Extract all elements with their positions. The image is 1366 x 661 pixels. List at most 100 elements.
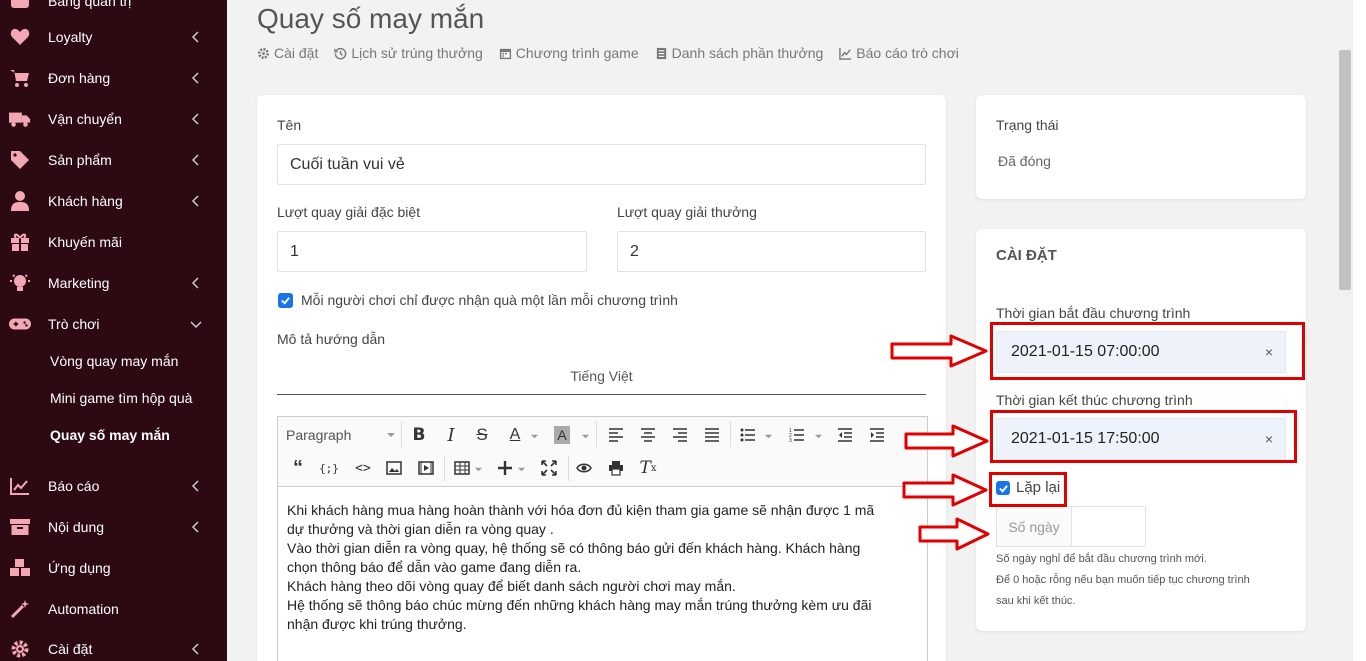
fullscreen-icon[interactable] — [539, 458, 559, 478]
editor-line: Vào thời gian diễn ra vòng quay, hệ thốn… — [287, 540, 861, 556]
code-block-icon[interactable]: {;} — [318, 457, 340, 479]
dashboard-icon — [9, 0, 31, 11]
table-icon[interactable] — [452, 458, 472, 478]
sidebar-item-loyalty[interactable]: Loyalty — [0, 16, 227, 57]
sidebar-item-shipping[interactable]: Vận chuyển — [0, 98, 227, 139]
tab-game-report[interactable]: Báo cáo trò chơi — [839, 45, 959, 61]
editor-line: Khi khách hàng mua hàng hoàn thành với h… — [287, 502, 875, 518]
align-left-icon[interactable] — [606, 425, 626, 445]
editor-content[interactable]: Khi khách hàng mua hàng hoàn thành với h… — [287, 501, 917, 634]
gear-icon — [9, 639, 31, 659]
outdent-icon[interactable] — [835, 425, 855, 445]
chevron-left-icon — [191, 194, 199, 207]
sidebar-item-label: Sản phẩm — [48, 151, 112, 168]
sidebar-item-content[interactable]: Nội dung — [0, 506, 227, 547]
insert-plus-icon[interactable] — [495, 458, 515, 478]
rich-text-editor: Paragraph B I S A A 123 “ {;} <> T x Khi… — [277, 416, 928, 661]
language-tab-underline — [277, 394, 926, 395]
caret-down-icon — [530, 434, 539, 439]
sidebar-item-reports[interactable]: Báo cáo — [0, 465, 227, 506]
chart-icon — [839, 47, 852, 60]
heart-icon — [9, 27, 31, 47]
lightbulb-icon — [9, 273, 31, 293]
clear-format-icon[interactable]: Tx — [638, 457, 658, 479]
name-input[interactable]: Cuối tuần vui vẻ — [277, 144, 926, 185]
strikethrough-icon[interactable]: S — [471, 423, 493, 447]
chevron-left-icon — [191, 520, 199, 533]
tab-prize-list[interactable]: Danh sách phần thưởng — [655, 45, 823, 61]
numbered-list-icon[interactable]: 123 — [787, 425, 807, 445]
tag-icon — [9, 150, 31, 170]
sidebar-item-label: Loyalty — [48, 28, 93, 45]
sidebar-item-marketing[interactable]: Marketing — [0, 262, 227, 303]
preview-eye-icon[interactable] — [574, 458, 594, 478]
calendar-icon — [499, 48, 511, 59]
language-tab-vietnamese[interactable]: Tiếng Việt — [277, 368, 926, 384]
align-justify-icon[interactable] — [702, 425, 722, 445]
once-per-program-checkbox[interactable] — [278, 293, 293, 308]
svg-text:3: 3 — [789, 438, 792, 443]
paragraph-select-value: Paragraph — [286, 427, 352, 443]
image-icon[interactable] — [384, 458, 404, 478]
sidebar-item-orders[interactable]: Đơn hàng — [0, 57, 227, 98]
bullet-list-icon[interactable] — [738, 425, 758, 445]
chevron-left-icon — [191, 153, 199, 166]
chevron-left-icon — [191, 276, 199, 289]
history-icon — [334, 47, 347, 59]
scrollbar-thumb[interactable] — [1339, 50, 1351, 290]
print-icon[interactable] — [606, 458, 626, 478]
page-scrollbar[interactable] — [1337, 0, 1353, 661]
sidebar-subitem-find-gift-box[interactable]: Mini game tìm hộp quà — [50, 390, 192, 406]
indent-icon[interactable] — [867, 425, 887, 445]
days-input[interactable] — [1071, 506, 1146, 547]
sidebar-item-customers[interactable]: Khách hàng — [0, 180, 227, 221]
sidebar-subitem-lucky-draw[interactable]: Quay số may mắn — [50, 427, 170, 443]
align-right-icon[interactable] — [670, 425, 690, 445]
annotation-arrow-end — [904, 424, 989, 458]
prize-spins-input[interactable]: 2 — [617, 231, 926, 272]
prize-spins-label: Lượt quay giải thưởng — [617, 204, 757, 220]
sidebar-item-promotions[interactable]: Khuyến mãi — [0, 221, 227, 262]
annotation-arrow-days — [918, 517, 990, 551]
italic-icon[interactable]: I — [440, 423, 462, 447]
caret-down-icon — [764, 434, 773, 439]
sidebar-item-apps[interactable]: Ứng dụng — [0, 547, 227, 588]
paragraph-select[interactable]: Paragraph — [286, 423, 396, 447]
caret-down-icon — [517, 467, 526, 472]
sidebar-item-products[interactable]: Sản phẩm — [0, 139, 227, 180]
background-color-icon[interactable]: A — [554, 426, 570, 444]
page-title: Quay số may mắn — [257, 3, 485, 34]
chevron-left-icon — [191, 112, 199, 125]
sidebar-item-label: Khuyến mãi — [48, 233, 122, 250]
align-center-icon[interactable] — [638, 425, 658, 445]
tab-label: Báo cáo trò chơi — [856, 45, 959, 61]
source-code-icon[interactable]: <> — [352, 457, 374, 479]
days-help-2: Để 0 hoặc rỗng nếu bạn muốn tiếp tục chư… — [996, 574, 1250, 586]
font-color-icon[interactable]: A — [504, 423, 526, 447]
caret-down-icon — [474, 467, 483, 472]
blockquote-icon[interactable]: “ — [288, 457, 308, 479]
sidebar-subitem-lucky-wheel[interactable]: Vòng quay may mắn — [50, 353, 178, 369]
archive-icon — [9, 517, 31, 537]
special-spins-label: Lượt quay giải đặc biệt — [277, 204, 421, 220]
video-icon[interactable] — [416, 458, 436, 478]
bold-icon[interactable]: B — [408, 423, 430, 447]
sidebar-item-label: Marketing — [48, 274, 110, 291]
annotation-box-start-time — [990, 322, 1305, 380]
chevron-left-icon — [191, 479, 199, 492]
sidebar-item-automation[interactable]: Automation — [0, 588, 227, 629]
annotation-arrow-start — [890, 334, 988, 368]
editor-line: Khách hàng theo dõi vòng quay để biết da… — [287, 578, 736, 594]
sidebar-item-label: Báo cáo — [48, 477, 100, 494]
tab-settings[interactable]: Cài đặt — [257, 45, 318, 61]
sidebar-item-games[interactable]: Trò chơi — [0, 303, 227, 344]
tab-game-program[interactable]: Chương trình game — [499, 45, 639, 61]
cubes-icon — [9, 558, 31, 578]
tab-win-history[interactable]: Lịch sử trúng thưởng — [334, 45, 483, 61]
special-spins-input[interactable]: 1 — [277, 231, 587, 272]
sidebar-item-settings[interactable]: Cài đặt — [0, 628, 227, 661]
editor-line: Hệ thống sẽ thông báo chúc mừng đến nhữn… — [287, 597, 872, 613]
status-card — [976, 95, 1306, 199]
status-label: Trạng thái — [996, 117, 1059, 133]
tab-label: Chương trình game — [515, 45, 639, 61]
